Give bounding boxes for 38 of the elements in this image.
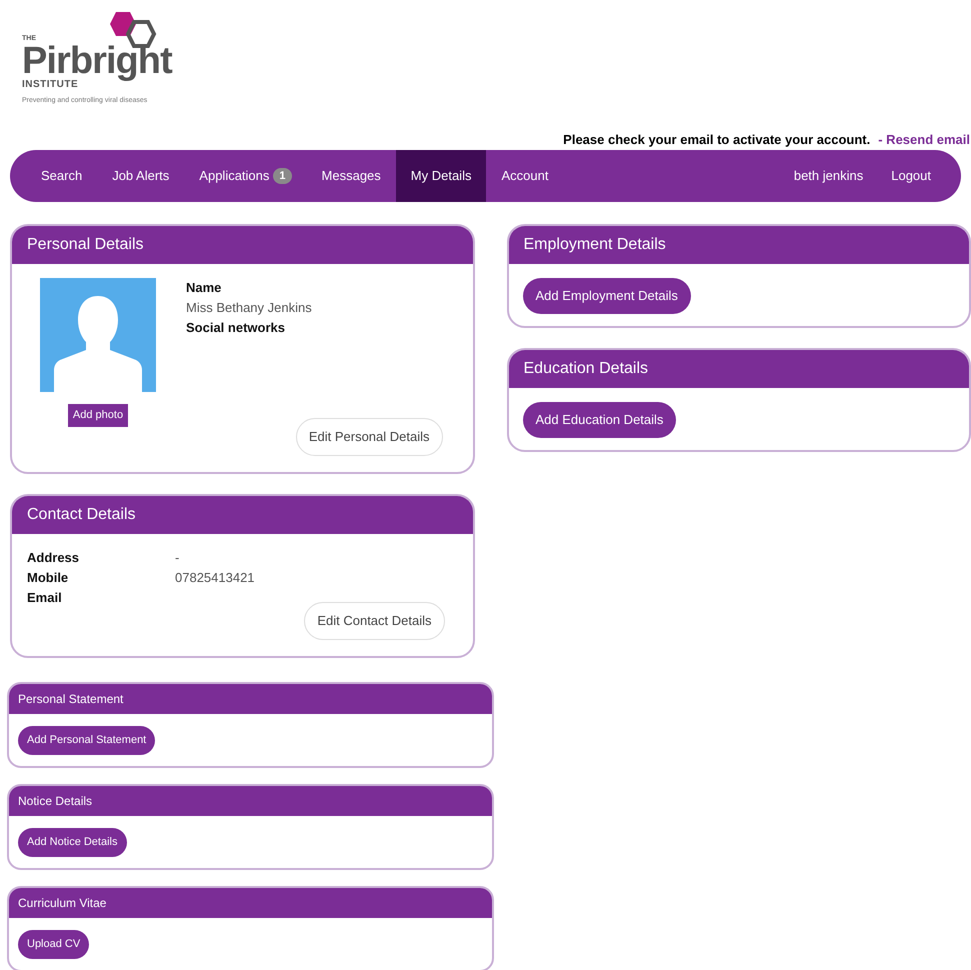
field-value: Miss Bethany Jenkins — [186, 299, 313, 317]
nav-tab[interactable]: Account — [486, 150, 564, 202]
avatar-placeholder-icon — [40, 278, 156, 392]
nav-tab[interactable]: Search — [26, 150, 98, 202]
nav-tab[interactable]: Messages — [306, 150, 396, 202]
field-label: Address — [27, 549, 80, 567]
nav-tab[interactable]: My Details — [396, 150, 486, 202]
nav-link[interactable]: Logout — [877, 150, 945, 202]
field-label: Email — [27, 589, 63, 607]
field-label: Social networks — [186, 319, 286, 337]
nav-tab-label: Applications — [199, 167, 270, 186]
add-details-button[interactable]: Upload CV — [18, 930, 90, 958]
add-details-button[interactable]: Add Education Details — [522, 402, 676, 438]
logo-subtitle: INSTITUTE — [22, 80, 78, 90]
count-badge: 1 — [273, 168, 292, 184]
card-header: Curriculum Vitae — [9, 888, 492, 918]
edit-contact-details-button[interactable]: Edit Contact Details — [304, 602, 444, 640]
card-header: Contact Details — [12, 496, 472, 534]
activation-notice: Please check your email to activate your account. — [563, 131, 870, 150]
card-header: Personal Statement — [9, 684, 492, 714]
add-details-button[interactable]: Add Notice Details — [18, 828, 126, 856]
field-label: Mobile — [27, 569, 70, 587]
field-label: Name — [186, 279, 222, 297]
edit-personal-details-button[interactable]: Edit Personal Details — [296, 418, 442, 456]
card-header: Employment Details — [508, 226, 969, 264]
nav-tab[interactable]: Applications 1 — [184, 150, 307, 202]
nav-tab[interactable]: Job Alerts — [97, 150, 184, 202]
field-value: - — [175, 549, 180, 567]
add-details-button[interactable]: Add Employment Details — [522, 278, 691, 314]
card-header: Education Details — [508, 350, 969, 388]
nav-link[interactable]: beth jenkins — [780, 150, 878, 202]
logo-wordmark: Pirbright — [22, 42, 172, 80]
add-photo-button[interactable]: Add photo — [68, 404, 128, 426]
resend-email-link[interactable]: - Resend email — [878, 130, 970, 150]
field-value: 07825413421 — [175, 569, 255, 587]
add-details-button[interactable]: Add Personal Statement — [18, 726, 156, 754]
card-header: Notice Details — [9, 786, 492, 816]
card-header: Personal Details — [12, 226, 472, 264]
